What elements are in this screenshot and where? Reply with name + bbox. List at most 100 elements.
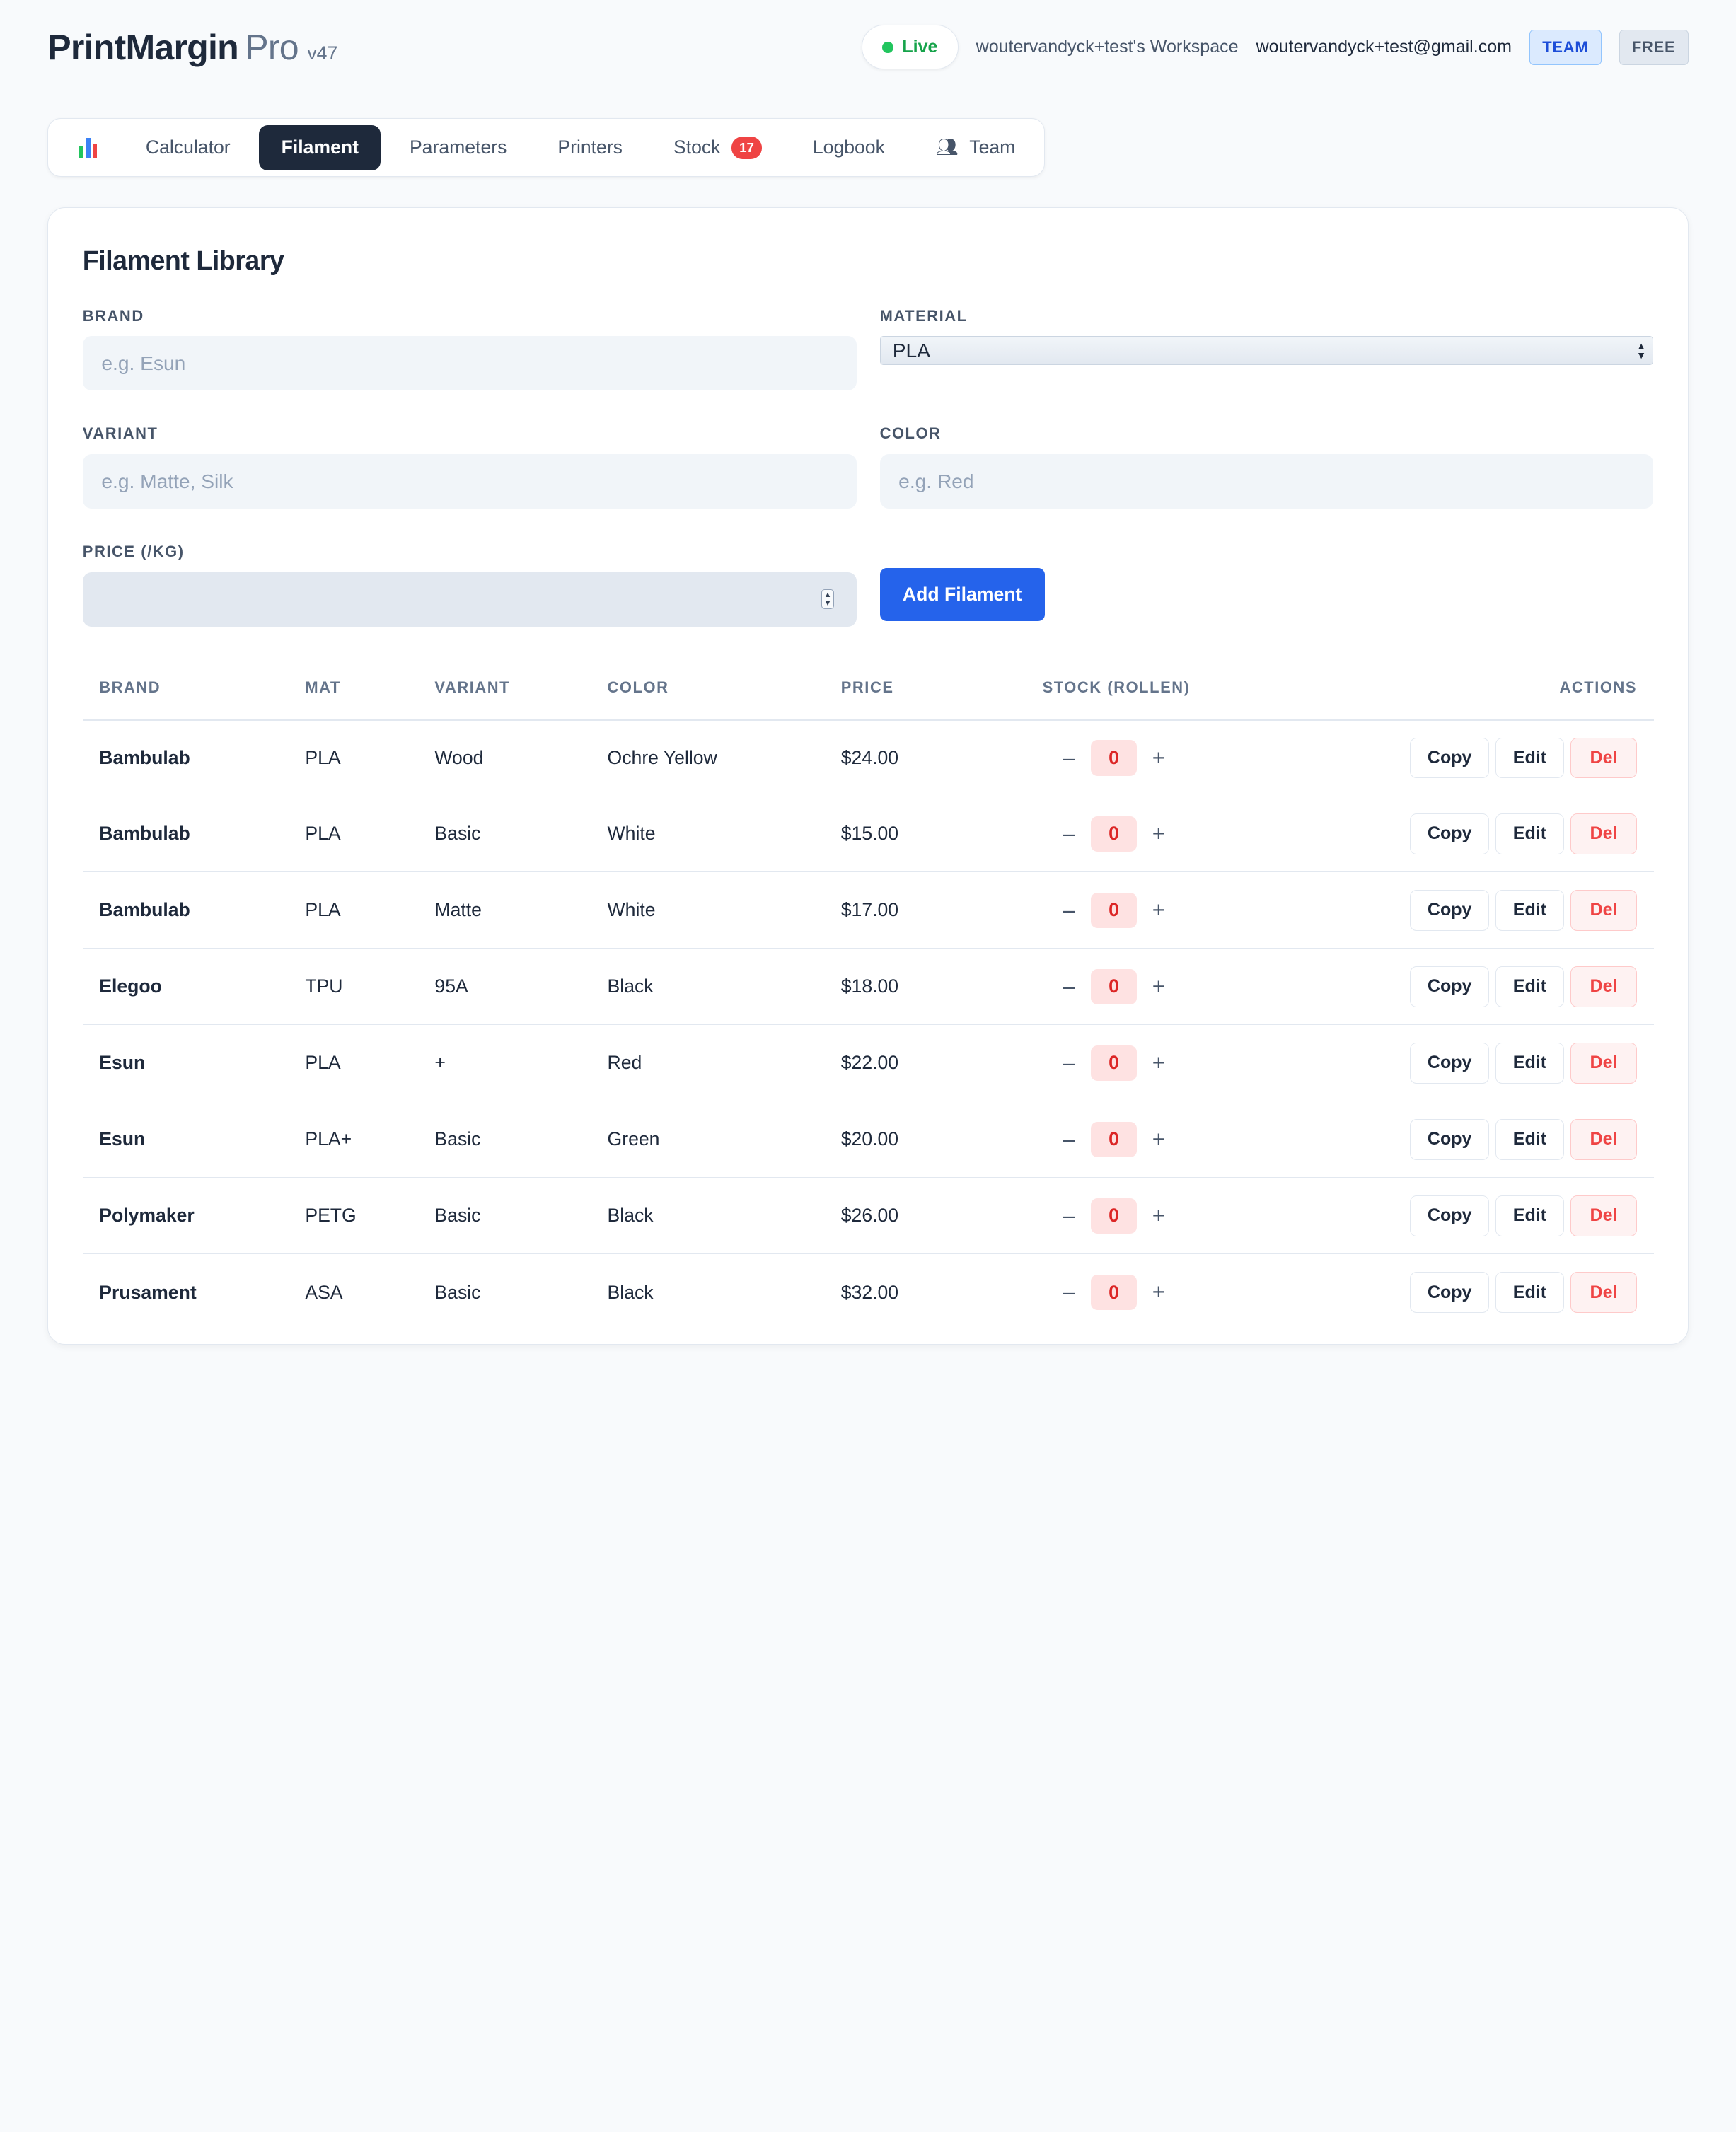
stock-decrement-button[interactable]: –: [1053, 821, 1084, 847]
tab-calculator[interactable]: Calculator: [124, 125, 253, 170]
variant-input[interactable]: [82, 454, 857, 509]
copy-button[interactable]: Copy: [1410, 1195, 1489, 1236]
col-color[interactable]: COLOR: [591, 657, 825, 721]
cell-actions: Copy Edit Del: [1302, 1254, 1653, 1331]
cell-price: $17.00: [824, 871, 1026, 949]
copy-button[interactable]: Copy: [1410, 1118, 1489, 1160]
table-row: Esun PLA+ Basic Green $20.00 – 0 + Copy …: [82, 1101, 1654, 1178]
delete-button[interactable]: Del: [1570, 890, 1638, 931]
stock-increment-button[interactable]: +: [1143, 974, 1174, 1000]
copy-button[interactable]: Copy: [1410, 813, 1489, 854]
add-button-wrap: Add Filament: [879, 543, 1654, 626]
material-label: MATERIAL: [879, 306, 968, 325]
cell-brand: Esun: [82, 1101, 289, 1178]
copy-button[interactable]: Copy: [1410, 966, 1489, 1007]
cell-stock: – 0 +: [1026, 796, 1303, 873]
edit-button[interactable]: Edit: [1495, 1118, 1564, 1160]
brand-name: PrintMargin: [47, 27, 238, 67]
delete-button[interactable]: Del: [1570, 1195, 1638, 1236]
col-variant[interactable]: VARIANT: [417, 657, 591, 721]
workspace-name[interactable]: woutervandyck+test's Workspace: [976, 37, 1239, 57]
tab-team[interactable]: 👥︎ Team: [914, 125, 1038, 170]
delete-button[interactable]: Del: [1570, 737, 1638, 779]
delete-button[interactable]: Del: [1570, 1118, 1638, 1160]
edit-button[interactable]: Edit: [1495, 1043, 1564, 1084]
spinner-icon[interactable]: ▲ ▼: [821, 589, 835, 610]
stock-increment-button[interactable]: +: [1143, 1280, 1174, 1305]
cell-price: $22.00: [824, 1024, 1026, 1102]
copy-button[interactable]: Copy: [1410, 737, 1489, 779]
edit-button[interactable]: Edit: [1495, 737, 1564, 779]
material-select[interactable]: PLA ▲ ▼: [879, 336, 1654, 365]
cell-mat: PLA: [288, 796, 418, 873]
material-field: MATERIAL PLA ▲ ▼: [879, 306, 1654, 390]
stock-increment-button[interactable]: +: [1143, 1203, 1174, 1229]
material-selected-value: PLA: [892, 339, 930, 362]
stock-value: 0: [1091, 1045, 1137, 1081]
brand-pro: Pro: [245, 27, 299, 67]
cell-stock: – 0 +: [1026, 1101, 1303, 1178]
copy-button[interactable]: Copy: [1410, 1043, 1489, 1084]
tab-dashboard[interactable]: [55, 125, 117, 170]
delete-button[interactable]: Del: [1570, 1043, 1638, 1084]
team-icon: 👥︎: [935, 137, 959, 158]
col-mat[interactable]: MAT: [288, 657, 418, 721]
stock-stepper: – 0 +: [1043, 1198, 1286, 1234]
stock-stepper: – 0 +: [1043, 968, 1286, 1004]
stock-increment-button[interactable]: +: [1143, 746, 1174, 771]
edit-button[interactable]: Edit: [1495, 966, 1564, 1007]
cell-color: White: [591, 796, 825, 873]
tab-parameters[interactable]: Parameters: [388, 125, 529, 170]
stock-stepper: – 0 +: [1043, 816, 1286, 852]
cell-price: $15.00: [824, 796, 1026, 873]
col-price[interactable]: PRICE: [824, 657, 1026, 721]
row-actions: Copy Edit Del: [1319, 1118, 1638, 1160]
delete-button[interactable]: Del: [1570, 1272, 1638, 1314]
stock-decrement-button[interactable]: –: [1053, 1280, 1084, 1305]
filament-library-card: Filament Library BRAND MATERIAL PLA ▲▼ V…: [47, 207, 1689, 1345]
stock-decrement-button[interactable]: –: [1053, 974, 1084, 1000]
user-email[interactable]: woutervandyck+test@gmail.com: [1256, 37, 1512, 57]
stock-increment-button[interactable]: +: [1143, 821, 1174, 847]
stock-increment-button[interactable]: +: [1143, 1050, 1174, 1076]
stock-decrement-button[interactable]: –: [1053, 1203, 1084, 1229]
cell-price: $24.00: [824, 719, 1026, 796]
stock-value: 0: [1091, 740, 1137, 776]
stock-decrement-button[interactable]: –: [1053, 746, 1084, 771]
stock-decrement-button[interactable]: –: [1053, 898, 1084, 923]
stock-value: 0: [1091, 892, 1137, 929]
col-stock[interactable]: STOCK (ROLLEN): [1026, 657, 1303, 721]
edit-button[interactable]: Edit: [1495, 813, 1564, 854]
add-filament-button[interactable]: Add Filament: [879, 568, 1045, 622]
tab-printers[interactable]: Printers: [536, 125, 644, 170]
stock-value: 0: [1091, 1275, 1137, 1311]
live-dot-icon: [882, 41, 893, 53]
tab-stock[interactable]: Stock 17: [652, 125, 785, 170]
row-actions: Copy Edit Del: [1319, 966, 1638, 1007]
brand-input[interactable]: [82, 336, 857, 390]
edit-button[interactable]: Edit: [1495, 890, 1564, 931]
cell-brand: Elegoo: [82, 948, 289, 1026]
cell-actions: Copy Edit Del: [1302, 796, 1654, 873]
stock-decrement-button[interactable]: –: [1053, 1050, 1084, 1076]
variant-field: VARIANT: [82, 424, 857, 509]
copy-button[interactable]: Copy: [1410, 890, 1489, 931]
stock-decrement-button[interactable]: –: [1053, 1127, 1084, 1152]
price-input[interactable]: ▲ ▼: [82, 572, 857, 627]
page: PrintMargin Pro v47 Live woutervandyck+t…: [0, 0, 1736, 1363]
cell-brand: Polymaker: [82, 1177, 289, 1255]
col-brand[interactable]: BRAND: [82, 657, 289, 721]
edit-button[interactable]: Edit: [1495, 1195, 1564, 1236]
color-input[interactable]: [879, 454, 1654, 509]
row-actions: Copy Edit Del: [1319, 1272, 1638, 1314]
cell-variant: Basic: [417, 1101, 591, 1178]
delete-button[interactable]: Del: [1570, 813, 1638, 854]
bar-chart-icon: [79, 137, 98, 158]
copy-button[interactable]: Copy: [1410, 1272, 1489, 1314]
stock-increment-button[interactable]: +: [1143, 1127, 1174, 1152]
tab-logbook[interactable]: Logbook: [791, 125, 908, 170]
edit-button[interactable]: Edit: [1495, 1272, 1564, 1314]
stock-increment-button[interactable]: +: [1143, 898, 1174, 923]
tab-filament[interactable]: Filament: [259, 124, 381, 170]
delete-button[interactable]: Del: [1570, 966, 1638, 1007]
